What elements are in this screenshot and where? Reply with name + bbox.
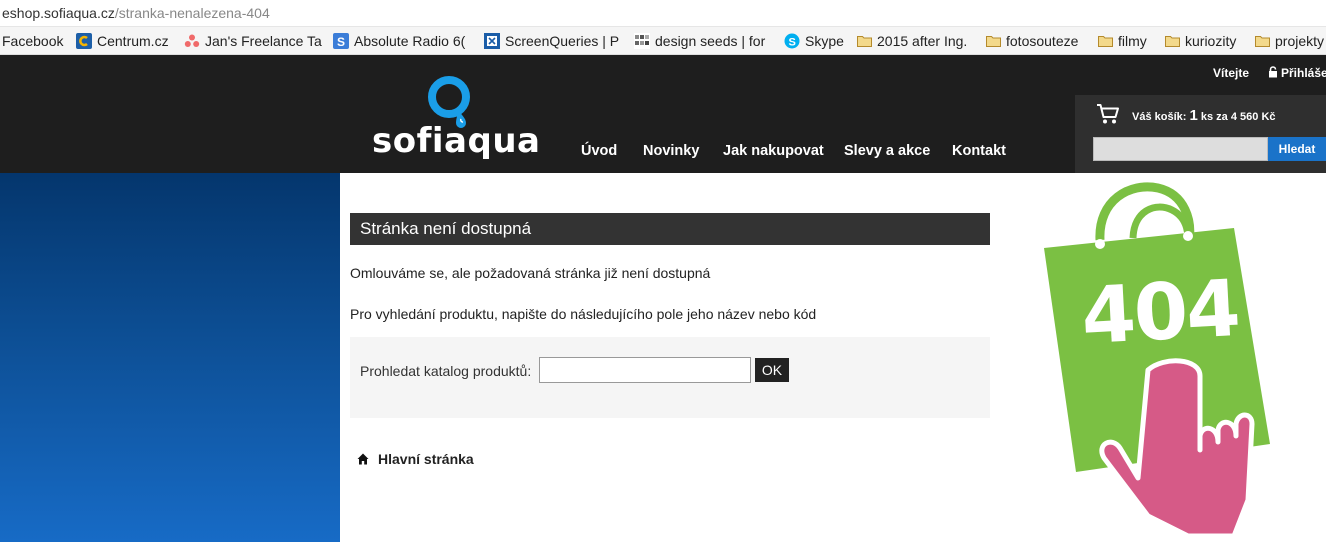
screenqueries-icon (484, 33, 500, 49)
home-link[interactable]: Hlavní stránka (357, 451, 474, 467)
catalog-search-input[interactable] (539, 357, 751, 383)
login-link[interactable]: Přihláše (1268, 66, 1326, 80)
cart-total: ks za 4 560 Kč (1200, 111, 1276, 123)
apology-text: Omlouváme se, ale požadovaná stránka již… (350, 265, 711, 281)
folder-icon (1098, 36, 1113, 47)
bookmark-folder-kuriozity[interactable]: kuriozity (1165, 27, 1237, 54)
nav-uvod[interactable]: Úvod (581, 142, 617, 160)
folder-icon (986, 36, 1001, 47)
bookmark-skype[interactable]: S Skype (784, 27, 844, 54)
folder-icon (1255, 36, 1270, 47)
search-hint-text: Pro vyhledání produktu, napište do násle… (350, 306, 817, 322)
cart-box: Váš košík: 1 ks za 4 560 Kč Hledat (1075, 95, 1326, 173)
bookmark-label: Skype (805, 33, 844, 49)
skype-icon: S (784, 33, 800, 49)
nav-jak-nakupovat[interactable]: Jak nakupovat (723, 142, 824, 160)
svg-text:S: S (337, 35, 345, 49)
bookmark-centrum[interactable]: Centrum.cz (76, 27, 169, 54)
cart-summary[interactable]: Váš košík: 1 ks za 4 560 Kč (1132, 107, 1276, 124)
folder-icon (857, 36, 872, 47)
url-domain: eshop.sofiaqua.cz (2, 5, 115, 21)
site-header: sofiaqua Úvod Novinky Jak nakupovat Slev… (0, 55, 1326, 173)
bookmark-label: fotosouteze (1006, 33, 1079, 49)
bookmark-screenqueries[interactable]: ScreenQueries | P (484, 27, 620, 54)
bookmark-label: kuriozity (1185, 33, 1237, 49)
bookmark-facebook[interactable]: Facebook (2, 27, 64, 54)
bookmark-label: Facebook (2, 33, 64, 49)
folder-icon (1165, 36, 1180, 47)
logo-text: sofiaqua (372, 121, 541, 161)
welcome-text: Vítejte (1213, 66, 1250, 80)
catalog-ok-button[interactable]: OK (755, 358, 789, 382)
bookmark-absolute-radio[interactable]: S Absolute Radio 6( (333, 27, 466, 54)
asana-icon (184, 34, 200, 47)
home-link-label: Hlavní stránka (378, 451, 474, 467)
left-gradient-panel (0, 173, 340, 542)
header-search-input[interactable] (1093, 137, 1268, 161)
bookmark-label: Centrum.cz (97, 33, 169, 49)
header-search-button[interactable]: Hledat (1268, 137, 1326, 161)
bookmark-freelance[interactable]: Jan's Freelance Ta (184, 27, 322, 54)
bookmark-label: ScreenQueries | P (505, 33, 620, 49)
bookmarks-bar: Facebook Centrum.cz Jan's Freelance Ta S… (0, 27, 1326, 55)
bookmark-folder-filmy[interactable]: filmy (1098, 27, 1147, 54)
lock-icon (1269, 66, 1277, 78)
nav-kontakt[interactable]: Kontakt (952, 142, 1006, 160)
cart-label: Váš košík: (1132, 111, 1187, 123)
cart-count: 1 (1189, 107, 1198, 124)
catalog-search-box: Prohledat katalog produktů: OK (350, 337, 990, 418)
bookmark-label: Absolute Radio 6( (354, 33, 466, 49)
bookmark-folder-2015[interactable]: 2015 after Ing. (857, 27, 968, 54)
bookmark-folder-projekty[interactable]: projekty (1255, 27, 1325, 54)
error-code-404: 404 (1079, 263, 1241, 363)
bookmark-design-seeds[interactable]: design seeds | for (634, 27, 766, 54)
page-title: Stránka není dostupná (350, 213, 990, 245)
bookmark-label: Jan's Freelance Ta (205, 33, 322, 49)
svg-text:S: S (789, 37, 796, 49)
centrum-icon (76, 33, 92, 49)
url-path: /stranka-nenalezena-404 (114, 5, 270, 21)
login-label: Přihláše (1281, 66, 1326, 80)
bookmark-label: design seeds | for (655, 33, 766, 49)
catalog-search-label: Prohledat katalog produktů: (360, 363, 532, 379)
bookmark-label: 2015 after Ing. (877, 33, 968, 49)
bookmark-label: projekty (1275, 33, 1325, 49)
nav-slevy-a-akce[interactable]: Slevy a akce (844, 142, 930, 160)
absolute-radio-icon: S (333, 33, 349, 49)
shopping-cart-icon[interactable] (1096, 103, 1120, 125)
address-bar[interactable]: eshop.sofiaqua.cz/stranka-nenalezena-404 (0, 0, 1326, 27)
bookmark-folder-fotosouteze[interactable]: fotosouteze (986, 27, 1079, 54)
bookmark-label: filmy (1118, 33, 1147, 49)
nav-novinky[interactable]: Novinky (643, 142, 699, 160)
design-seeds-icon (634, 33, 650, 49)
home-icon (357, 453, 369, 465)
site-logo[interactable]: sofiaqua (372, 73, 541, 165)
